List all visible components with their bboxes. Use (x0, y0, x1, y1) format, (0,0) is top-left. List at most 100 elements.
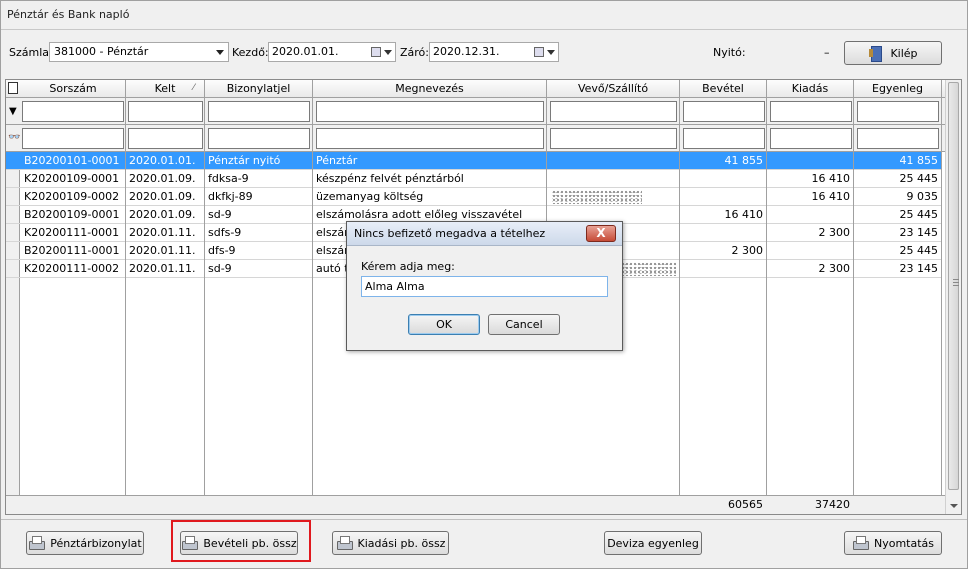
cell-bevetel[interactable]: 2 300 (680, 242, 766, 260)
cell-kiadas[interactable]: 2 300 (767, 224, 853, 242)
col-header-bevetel[interactable]: Bevétel (680, 80, 766, 98)
cell-kelt[interactable]: 2020.01.09. (126, 170, 204, 188)
chevron-down-icon[interactable] (384, 50, 392, 55)
grid-settings-icon[interactable] (8, 82, 18, 94)
calendar-icon[interactable] (534, 47, 544, 57)
cell-kiadas[interactable] (767, 206, 853, 224)
cell-egyenleg[interactable]: 41 855 (854, 152, 941, 170)
cell-kelt[interactable]: 2020.01.11. (126, 260, 204, 278)
cell-bevetel[interactable] (680, 224, 766, 242)
kezdo-date-value: 2020.01.01. (272, 45, 339, 58)
filter-input-kelt[interactable] (128, 101, 203, 122)
cell-sorszam[interactable]: K20200111-0001 (21, 224, 125, 242)
scrollbar-thumb[interactable] (948, 82, 959, 490)
calendar-icon[interactable] (371, 47, 381, 57)
search-input-vevo[interactable] (550, 128, 677, 149)
kezdo-date-field[interactable]: 2020.01.01. (268, 42, 396, 62)
cancel-button[interactable]: Cancel (488, 314, 560, 335)
cell-kiadas[interactable]: 2 300 (767, 260, 853, 278)
search-input-biz[interactable] (208, 128, 310, 149)
cell-egyenleg[interactable]: 9 035 (854, 188, 941, 206)
filter-input-bevetel[interactable] (683, 101, 765, 122)
cell-kelt[interactable]: 2020.01.01. (126, 152, 204, 170)
cell-bizonylatjel[interactable]: dkfkj-89 (205, 188, 312, 206)
vertical-scrollbar[interactable] (945, 80, 961, 514)
cell-egyenleg[interactable]: 23 145 (854, 260, 941, 278)
col-header-sorszam[interactable]: Sorszám (21, 80, 125, 98)
cell-egyenleg[interactable]: 23 145 (854, 224, 941, 242)
table-row[interactable]: K20200109-0001 2020.01.09. fdksa-9 készpénz… (6, 170, 941, 188)
kilep-button[interactable]: Kilép (844, 41, 942, 65)
cell-bevetel[interactable]: 16 410 (680, 206, 766, 224)
cell-kiadas[interactable] (767, 242, 853, 260)
chevron-down-icon[interactable] (547, 50, 555, 55)
cell-egyenleg[interactable]: 25 445 (854, 206, 941, 224)
table-row[interactable]: K20200109-0002 2020.01.09. dkfkj-89 üzemany… (6, 188, 941, 206)
search-input-megn[interactable] (316, 128, 544, 149)
zaro-label: Záró: (400, 46, 429, 59)
cell-bizonylatjel[interactable]: Pénztár nyitó (205, 152, 312, 170)
zaro-date-field[interactable]: 2020.12.31. (429, 42, 559, 62)
col-header-kiadas[interactable]: Kiadás (767, 80, 853, 98)
filter-input-sorszam[interactable] (22, 101, 124, 122)
cell-bizonylatjel[interactable]: sd-9 (205, 260, 312, 278)
cell-kiadas[interactable] (767, 152, 853, 170)
cell-bevetel[interactable] (680, 188, 766, 206)
filter-input-egyenleg[interactable] (857, 101, 939, 122)
cell-egyenleg[interactable]: 25 445 (854, 242, 941, 260)
filter-input-megn[interactable] (316, 101, 544, 122)
search-input-bevetel[interactable] (683, 128, 765, 149)
cell-bevetel[interactable] (680, 260, 766, 278)
cell-kelt[interactable]: 2020.01.11. (126, 242, 204, 260)
cell-sorszam[interactable]: B20200101-0001 (21, 152, 125, 170)
search-input-sorszam[interactable] (22, 128, 124, 149)
search-input-kiadas[interactable] (770, 128, 852, 149)
nyomtatas-button[interactable]: Nyomtatás (844, 531, 942, 555)
cell-megnevezes[interactable]: üzemanyag költség (313, 188, 546, 206)
col-header-egyenleg[interactable]: Egyenleg (854, 80, 941, 98)
col-divider (941, 80, 942, 514)
dialog-titlebar[interactable]: Nincs befizető megadva a tételhez X (347, 222, 622, 246)
filter-input-kiadas[interactable] (770, 101, 852, 122)
title-separator (1, 29, 967, 30)
cell-sorszam[interactable]: B20200109-0001 (21, 206, 125, 224)
cell-kiadas[interactable]: 16 410 (767, 170, 853, 188)
cell-bizonylatjel[interactable]: sdfs-9 (205, 224, 312, 242)
cell-sorszam[interactable]: K20200109-0002 (21, 188, 125, 206)
cell-vevo[interactable] (547, 170, 679, 188)
cell-kelt[interactable]: 2020.01.09. (126, 188, 204, 206)
cell-sorszam[interactable]: K20200111-0002 (21, 260, 125, 278)
cell-bizonylatjel[interactable]: fdksa-9 (205, 170, 312, 188)
cell-kelt[interactable]: 2020.01.11. (126, 224, 204, 242)
col-header-bizonylatjel[interactable]: Bizonylatjel (205, 80, 312, 98)
cell-bizonylatjel[interactable]: sd-9 (205, 206, 312, 224)
cell-vevo[interactable] (547, 152, 679, 170)
search-input-egyenleg[interactable] (857, 128, 939, 149)
payer-name-input[interactable]: Alma Alma (361, 276, 608, 297)
cell-egyenleg[interactable]: 25 445 (854, 170, 941, 188)
table-row[interactable]: B20200101-0001 2020.01.01. Pénztár nyitó Pé… (6, 152, 941, 170)
penztarbizonylat-button[interactable]: Pénztárbizonylat (26, 531, 144, 555)
col-header-vevo[interactable]: Vevő/Szállító (547, 80, 679, 98)
cell-bevetel[interactable]: 41 855 (680, 152, 766, 170)
cell-bizonylatjel[interactable]: dfs-9 (205, 242, 312, 260)
search-input-kelt[interactable] (128, 128, 203, 149)
kilep-label: Kilép (890, 46, 918, 60)
col-header-megnevezes[interactable]: Megnevezés (313, 80, 546, 98)
cell-sorszam[interactable]: K20200109-0001 (21, 170, 125, 188)
cell-megnevezes[interactable]: készpénz felvét pénztárból (313, 170, 546, 188)
cell-megnevezes[interactable]: Pénztár (313, 152, 546, 170)
filter-input-vevo[interactable] (550, 101, 677, 122)
cell-sorszam[interactable]: B20200111-0001 (21, 242, 125, 260)
cell-kiadas[interactable]: 16 410 (767, 188, 853, 206)
ok-button[interactable]: OK (408, 314, 480, 335)
scroll-down-icon[interactable] (950, 504, 958, 508)
szamla-select[interactable]: 381000 - Pénztár (49, 42, 229, 62)
cell-kelt[interactable]: 2020.01.09. (126, 206, 204, 224)
kiadasi-pb-ossz-button[interactable]: Kiadási pb. össz (332, 531, 449, 555)
chevron-down-icon[interactable] (216, 50, 224, 55)
deviza-egyenleg-button[interactable]: Deviza egyenleg (604, 531, 702, 555)
close-icon[interactable]: X (586, 225, 616, 242)
cell-bevetel[interactable] (680, 170, 766, 188)
filter-input-biz[interactable] (208, 101, 310, 122)
